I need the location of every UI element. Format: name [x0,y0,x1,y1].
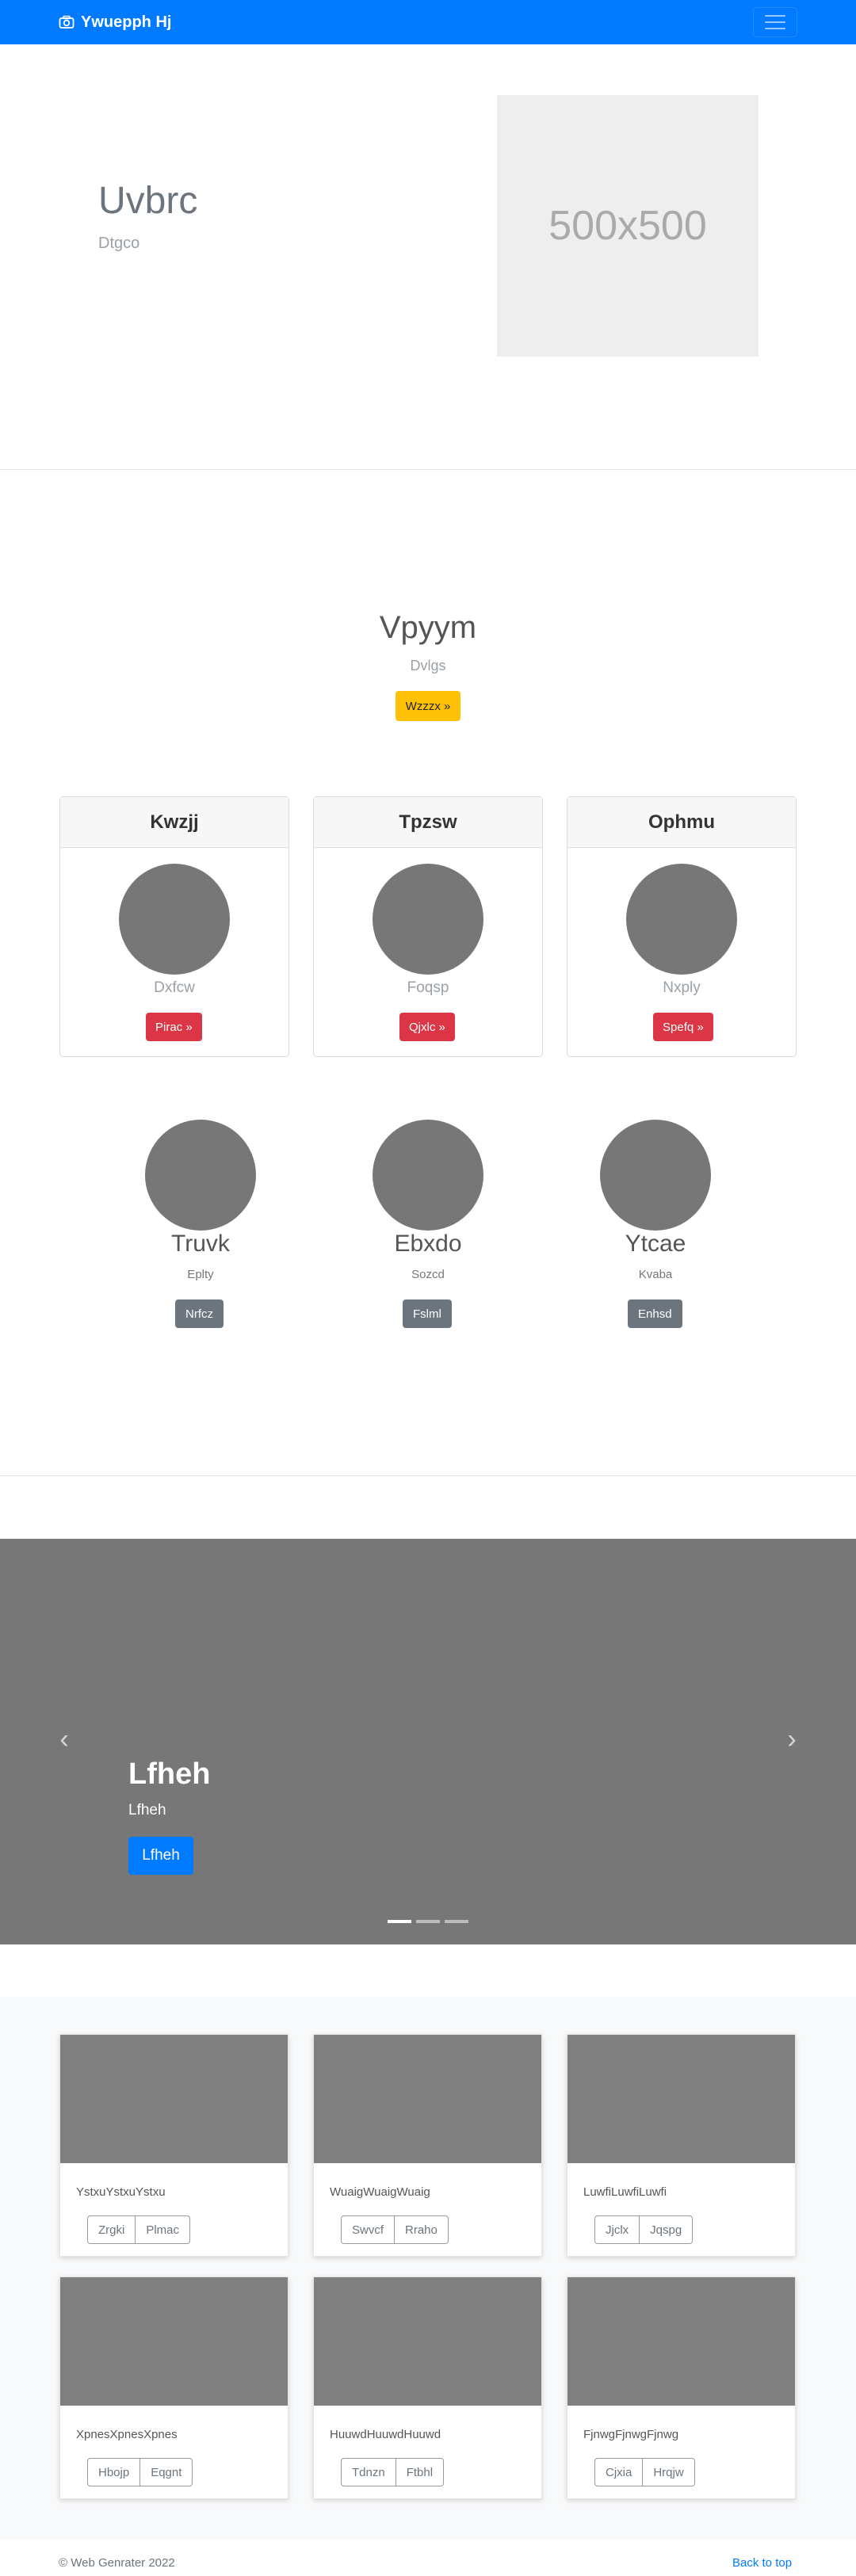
album-card: LuwfiLuwfiLuwfi Jjclx Jqspg [567,2034,796,2257]
navbar-brand[interactable]: Ywuepph Hj [59,13,171,32]
card-button[interactable]: Ftbhl [396,2458,445,2486]
card-button[interactable]: Plmac [136,2215,191,2244]
hamburger-menu-icon [765,15,785,17]
feature-card: Tpzsw Foqsp Qjxlc » [313,796,543,1057]
button-group: Cjxia Hrqjw [594,2458,695,2486]
hamburger-menu-icon [765,21,785,23]
circle-item-title: Ytcae [625,1231,686,1257]
avatar [626,864,737,975]
camera-icon [59,15,75,29]
card-text: Dxfcw [154,979,195,996]
card-text: XpnesXpnesXpnes [76,2428,178,2441]
card-button[interactable]: Pirac » [146,1013,202,1041]
circle-item-subtitle: Eplty [187,1268,214,1281]
feature-card: Kwzjj Dxfcw Pirac » [59,796,289,1057]
card-button[interactable]: Jqspg [640,2215,694,2244]
album-card: HuuwdHuuwdHuuwd Tdnzn Ftbhl [313,2276,542,2499]
carousel [0,1539,856,1944]
card-text: LuwfiLuwfiLuwfi [583,2185,667,2199]
card-text: Foqsp [407,979,449,996]
card-thumbnail [60,2035,288,2163]
card-text: Nxply [663,979,701,996]
brand-label: Ywuepph Hj [81,13,172,31]
carousel-indicator[interactable] [445,1920,468,1923]
jumbotron-button[interactable]: Wzzzx » [396,691,460,721]
hero-subtitle: Dtgco [98,235,140,252]
card-text: WuaigWuaigWuaig [330,2185,430,2199]
album-card: YstxuYstxuYstxu Zrgki Plmac [59,2034,289,2257]
button-group: Hbojp Eqgnt [87,2458,193,2486]
carousel-caption-title: Lfheh [128,1757,211,1791]
card-button[interactable]: Rraho [395,2215,449,2244]
button-group: Swvcf Rraho [341,2215,449,2244]
jumbotron-title: Vpyym [379,610,477,645]
section-divider [0,1475,856,1476]
carousel-indicator[interactable] [388,1920,411,1923]
circle-item-title: Truvk [171,1231,230,1257]
album-card: XpnesXpnesXpnes Hbojp Eqgnt [59,2276,289,2499]
back-to-top-link[interactable]: Back to top [732,2556,792,2570]
card-button[interactable]: Spefq » [653,1013,713,1041]
album-card: WuaigWuaigWuaig Swvcf Rraho [313,2034,542,2257]
button-group: Tdnzn Ftbhl [341,2458,445,2486]
footer-copyright: © Web Genrater 2022 [59,2556,175,2570]
circle-item-button[interactable]: Fslml [403,1299,452,1328]
hero-image-placeholder: 500x500 [497,95,759,357]
album-card: FjnwgFjnwgFjnwg Cjxia Hrqjw [567,2276,796,2499]
hero-title: Uvbrc [98,180,198,222]
card-button[interactable]: Qjxlc » [399,1013,455,1041]
avatar [600,1120,711,1231]
card-button[interactable]: Hrqjw [643,2458,695,2486]
chevron-left-icon[interactable]: ‹ [52,1724,76,1754]
card-button[interactable]: Cjxia [594,2458,644,2486]
card-thumbnail [314,2277,541,2406]
card-button[interactable]: Swvcf [341,2215,396,2244]
circle-item-subtitle: Sozcd [411,1268,445,1281]
image-placeholder-label: 500x500 [548,203,707,249]
card-header: Ophmu [567,797,796,848]
card-thumbnail [567,2035,795,2163]
button-group: Zrgki Plmac [87,2215,191,2244]
card-header: Tpzsw [314,797,542,848]
card-thumbnail [60,2277,288,2406]
carousel-indicator[interactable] [416,1920,440,1923]
circle-item-title: Ebxdo [394,1231,462,1257]
jumbotron-subtitle: Dvlgs [410,658,446,674]
carousel-caption-button[interactable]: Lfheh [128,1837,193,1875]
feature-card: Ophmu Nxply Spefq » [567,796,797,1057]
button-group: Jjclx Jqspg [594,2215,694,2244]
carousel-caption-subtitle: Lfheh [128,1802,166,1818]
card-thumbnail [314,2035,541,2163]
card-button[interactable]: Jjclx [594,2215,640,2244]
avatar [373,1120,483,1231]
avatar [119,864,230,975]
card-text: FjnwgFjnwgFjnwg [583,2428,679,2441]
card-thumbnail [567,2277,795,2406]
card-button[interactable]: Tdnzn [341,2458,396,2486]
chevron-right-icon[interactable]: › [780,1724,804,1754]
card-button[interactable]: Hbojp [87,2458,141,2486]
card-button[interactable]: Eqgnt [140,2458,193,2486]
section-divider [0,469,856,470]
circle-item-subtitle: Kvaba [638,1268,673,1281]
navbar-toggler-button[interactable] [753,7,797,37]
card-text: HuuwdHuuwdHuuwd [330,2428,441,2441]
card-button[interactable]: Zrgki [87,2215,136,2244]
card-text: YstxuYstxuYstxu [76,2185,166,2199]
avatar [145,1120,256,1231]
circle-item-button[interactable]: Enhsd [628,1299,682,1328]
card-header: Kwzjj [60,797,289,848]
avatar [373,864,483,975]
circle-item-button[interactable]: Nrfcz [175,1299,224,1328]
hamburger-menu-icon [765,28,785,29]
